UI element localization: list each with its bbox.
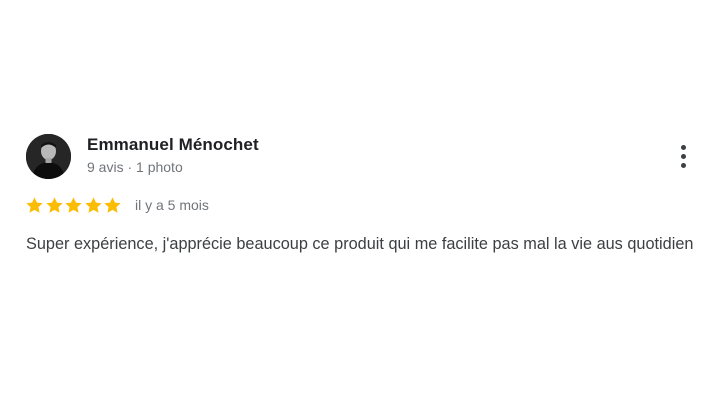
- star-icon: [103, 196, 122, 215]
- avatar-photo: [26, 134, 71, 179]
- more-options-button[interactable]: [672, 142, 696, 172]
- star-rating: [25, 196, 123, 215]
- review-text: Super expérience, j'apprécie beaucoup ce…: [26, 235, 694, 253]
- avatar[interactable]: [26, 134, 71, 179]
- rating-row: il y a 5 mois: [25, 194, 209, 216]
- star-icon: [25, 196, 44, 215]
- star-icon: [45, 196, 64, 215]
- star-icon: [84, 196, 103, 215]
- author-meta: 9 avis · 1 photo: [87, 159, 183, 175]
- star-icon: [64, 196, 83, 215]
- author-name[interactable]: Emmanuel Ménochet: [87, 135, 259, 155]
- review-date: il y a 5 mois: [134, 197, 209, 213]
- review-card: Emmanuel Ménochet 9 avis · 1 photo il y …: [0, 0, 720, 405]
